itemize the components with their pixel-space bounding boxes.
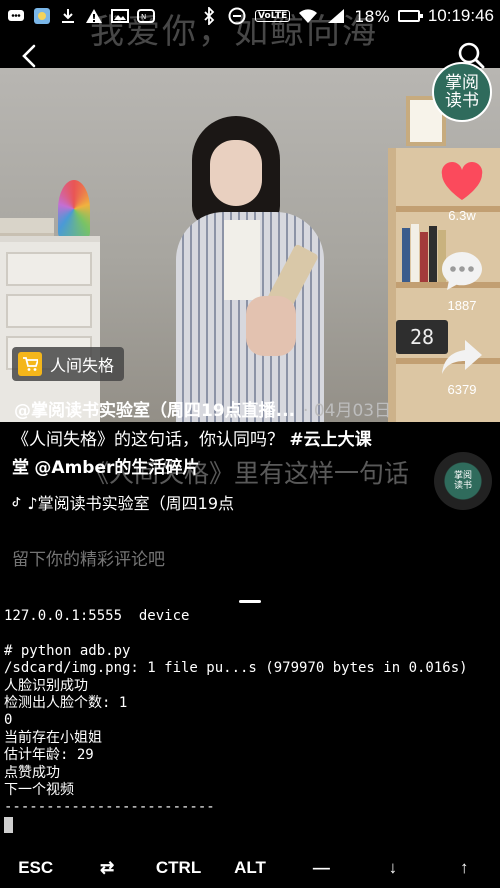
drawer	[6, 252, 92, 286]
comment-button[interactable]: 1887	[438, 250, 486, 313]
up-arrow-key[interactable]: ↑	[429, 858, 500, 878]
product-tag-chip[interactable]: 人间失格	[12, 347, 125, 381]
terminal-line: 127.0.0.1:5555 device	[4, 608, 190, 624]
down-arrow-key[interactable]: ↓	[357, 858, 428, 878]
avatar-text: 掌阅读书	[445, 73, 479, 111]
music-title: ♪掌阅读书实验室（周四19点	[27, 494, 234, 513]
author-name-link[interactable]: @掌阅读书实验室（周四19点直播...	[14, 401, 295, 421]
download-icon	[58, 7, 78, 25]
terminal-line: 估计年龄: 29	[4, 747, 94, 764]
post-date: · 04月03日	[303, 401, 392, 421]
back-button[interactable]	[14, 40, 46, 72]
comment-input[interactable]	[12, 546, 482, 574]
terminal-line: /sdcard/img.png: 1 file pu...s (979970 b…	[4, 660, 468, 677]
clock: 10:19:46	[427, 6, 494, 25]
music-disc-label: 掌阅读书	[453, 471, 472, 491]
drawer-cabinet-decor	[0, 236, 100, 422]
presenter-figure	[176, 116, 336, 422]
lyric-watermark-mid: 《人间失格》里有这样一句话	[84, 459, 410, 488]
book	[420, 232, 428, 282]
terminal-cursor	[4, 816, 13, 833]
terminal-line: 当前存在小姐姐	[4, 729, 102, 746]
terminal-cursor-line	[4, 816, 496, 834]
book	[402, 228, 410, 282]
extra-keys-bar: ESC ⇄ CTRL ALT — ↓ ↑	[0, 848, 500, 888]
drawer	[6, 294, 92, 328]
terminal-line: # python adb.py	[4, 642, 131, 659]
tab-key[interactable]: ⇄	[71, 858, 142, 878]
hands	[246, 296, 296, 356]
inner-top	[224, 220, 260, 300]
lyric-watermark-top: 我爱你，如鲸向海	[90, 12, 378, 52]
book	[411, 224, 419, 282]
terminal-line: 检测出人脸个数: 1	[4, 694, 128, 711]
back-arrow-icon	[22, 44, 36, 68]
music-info[interactable]: ♪掌阅读书实验室（周四19点	[12, 490, 234, 514]
terminal-output[interactable]: 127.0.0.1:5555 device # python adb.py/sdc…	[4, 608, 496, 834]
chat-icon	[6, 7, 26, 25]
terminal-line: 人脸识别成功	[4, 677, 88, 694]
ctrl-key[interactable]: CTRL	[143, 858, 214, 878]
comment-bubble-icon	[442, 252, 482, 290]
share-arrow-icon	[442, 340, 482, 374]
tiktok-note-icon	[12, 497, 21, 507]
caption-text: 《人间失格》的这句话，你认同吗？	[12, 430, 284, 450]
paper-fan-decor	[58, 180, 90, 238]
dash-key[interactable]: —	[286, 858, 357, 878]
books-decor	[0, 218, 54, 236]
share-button[interactable]: 6379	[438, 338, 486, 397]
like-count: 6.3w	[448, 208, 476, 223]
heart-icon	[441, 162, 483, 200]
like-button[interactable]: 6.3w	[438, 162, 486, 223]
music-disc-button[interactable]: 掌阅读书	[434, 452, 492, 510]
product-tag-label: 人间失格	[50, 356, 115, 375]
terminal-line: 0	[4, 712, 13, 729]
book	[429, 226, 437, 282]
esc-key[interactable]: ESC	[0, 858, 71, 878]
comment-count: 1887	[447, 298, 477, 313]
alt-key[interactable]: ALT	[214, 858, 285, 878]
share-count: 6379	[447, 382, 477, 397]
terminal-line: 下一个视频	[4, 781, 74, 798]
terminal-line: 点赞成功	[4, 764, 60, 781]
cart-icon	[18, 352, 42, 376]
terminal-drag-handle[interactable]	[239, 600, 261, 603]
face	[210, 140, 262, 206]
app-icon	[32, 7, 52, 25]
battery-icon	[397, 10, 423, 22]
author-line: @掌阅读书实验室（周四19点直播... · 04月03日	[14, 396, 434, 421]
terminal-line: -------------------------	[4, 799, 215, 816]
creator-avatar[interactable]: 掌阅读书	[432, 62, 492, 122]
